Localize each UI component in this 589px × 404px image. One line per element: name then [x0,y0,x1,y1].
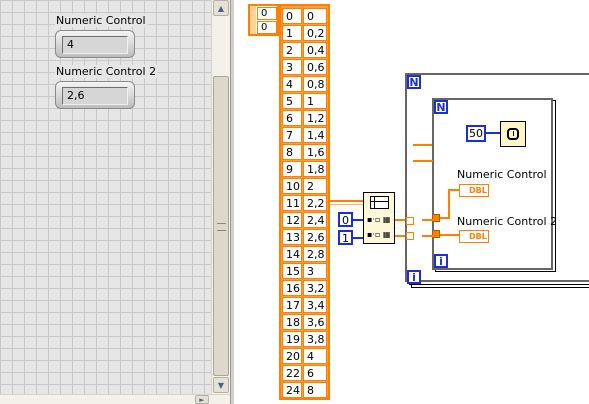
array-cell-value[interactable]: 2 [303,178,327,194]
array-cell-index[interactable]: 19 [282,331,302,347]
array-cell-index[interactable]: 10 [282,178,302,194]
array-cell-value[interactable]: 0,4 [303,42,327,58]
numeric-control-2[interactable]: 2,6 [55,81,135,109]
array-cell-value[interactable]: 1 [303,93,327,109]
array-cell-index[interactable]: 8 [282,144,302,160]
array-cell-value[interactable]: 6 [303,365,327,381]
array-cell-index[interactable]: 14 [282,246,302,262]
inner-for-loop[interactable]: N i 50 Numeric Control DBL Numeric Contr… [432,98,557,270]
inner-loop-iteration: i [434,254,448,268]
array-cell-index[interactable]: 7 [282,127,302,143]
scroll-down-arrow-icon[interactable]: ▼ [213,377,229,393]
array-cell-index[interactable]: 16 [282,280,302,296]
array-cell-value[interactable]: 3,6 [303,314,327,330]
front-panel-horizontal-scrollbar[interactable]: ► [0,394,230,404]
array-cell-index[interactable]: 17 [282,297,302,313]
array-cell-index[interactable]: 5 [282,93,302,109]
array-cell-value[interactable]: 4 [303,348,327,364]
outer-loop-count[interactable]: N [407,75,421,89]
array-cell-index[interactable]: 2 [282,42,302,58]
numeric-control-label: Numeric Control [55,14,147,27]
array-cell-value[interactable]: 0,8 [303,76,327,92]
array-cell-value[interactable]: 3 [303,263,327,279]
array-cell-value[interactable]: 1,6 [303,144,327,160]
array-cell-index[interactable]: 12 [282,212,302,228]
array-cell-index[interactable]: 4 [282,76,302,92]
array-cell-value[interactable]: 2,4 [303,212,327,228]
array-cell-index[interactable]: 22 [282,365,302,381]
numeric-control-terminal-label: Numeric Control [457,168,547,181]
input-tunnel-1[interactable] [406,217,414,225]
array-cell-value[interactable]: 2,6 [303,229,327,245]
scroll-up-arrow-icon[interactable]: ▲ [213,0,229,16]
block-diagram: 0 0 0 0 1 0,2 2 0,4 3 0,6 4 0,8 5 1 6 1,2 7 1,4 8 1,6 9 1,8… [235,0,589,404]
numeric-control-terminal[interactable]: DBL [459,184,489,197]
numeric-control-2-value[interactable]: 2,6 [62,87,128,105]
array-cell-value[interactable]: 3,2 [303,280,327,296]
numeric-control[interactable]: 4 [55,30,135,58]
array-cell-value[interactable]: 1,4 [303,127,327,143]
array-cell-index[interactable]: 18 [282,314,302,330]
array-cell-index[interactable]: 3 [282,59,302,75]
scroll-grip-icon [217,223,226,231]
array-cell-index[interactable]: 24 [282,382,302,398]
array-cell-value[interactable]: 0 [303,8,327,24]
outer-loop-iteration: i [407,270,421,284]
array-cell-index[interactable]: 0 [282,8,302,24]
wait-timer-icon[interactable] [500,121,526,147]
array-cell-value[interactable]: 1,2 [303,110,327,126]
index-control-2[interactable]: 0 [257,21,277,34]
array-cell-index[interactable]: 9 [282,161,302,177]
array-cell-index[interactable]: 1 [282,25,302,41]
array-cell-index[interactable]: 11 [282,195,302,211]
array-cell-value[interactable]: 1,8 [303,161,327,177]
inner-loop-count[interactable]: N [434,100,448,114]
array-cell-value[interactable]: 0,2 [303,25,327,41]
index-control-group[interactable]: 0 0 [248,4,279,36]
index-constant-0[interactable]: 0 [338,212,353,227]
numeric-control-value[interactable]: 4 [62,36,128,54]
2d-array-constant[interactable]: 0 0 1 0,2 2 0,4 3 0,6 4 0,8 5 1 6 1,2 7 1,4 8 1,6 9 1,8 10 2 1… [279,4,330,400]
array-cell-index[interactable]: 13 [282,229,302,245]
input-tunnel-2[interactable] [406,232,414,240]
front-panel: Numeric Control 4 Numeric Control 2 2,6 [0,0,230,404]
array-cell-value[interactable]: 8 [303,382,327,398]
scroll-right-arrow-icon[interactable]: ► [195,395,209,404]
array-cell-index[interactable]: 20 [282,348,302,364]
index-constant-1[interactable]: 1 [338,230,353,245]
array-cell-value[interactable]: 2,8 [303,246,327,262]
numeric-control-2-terminal[interactable]: DBL [459,230,489,243]
numeric-control-2-terminal-label: Numeric Control 2 [457,215,558,228]
array-cell-value[interactable]: 0,6 [303,59,327,75]
array-cell-value[interactable]: 2,2 [303,195,327,211]
index-array-icon[interactable]: ▪·▫ ▦ ▪·▫ ▦ [363,192,395,244]
array-cell-value[interactable]: 3,4 [303,297,327,313]
scrollbar-thumb[interactable] [213,76,229,376]
array-cell-index[interactable]: 15 [282,263,302,279]
array-cell-value[interactable]: 3,8 [303,331,327,347]
front-panel-vertical-scrollbar[interactable]: ▲ ▼ [211,0,230,404]
numeric-control-2-label: Numeric Control 2 [55,65,158,78]
array-cell-index[interactable]: 6 [282,110,302,126]
index-control-1[interactable]: 0 [257,7,277,20]
wait-ms-constant[interactable]: 50 [466,125,486,142]
